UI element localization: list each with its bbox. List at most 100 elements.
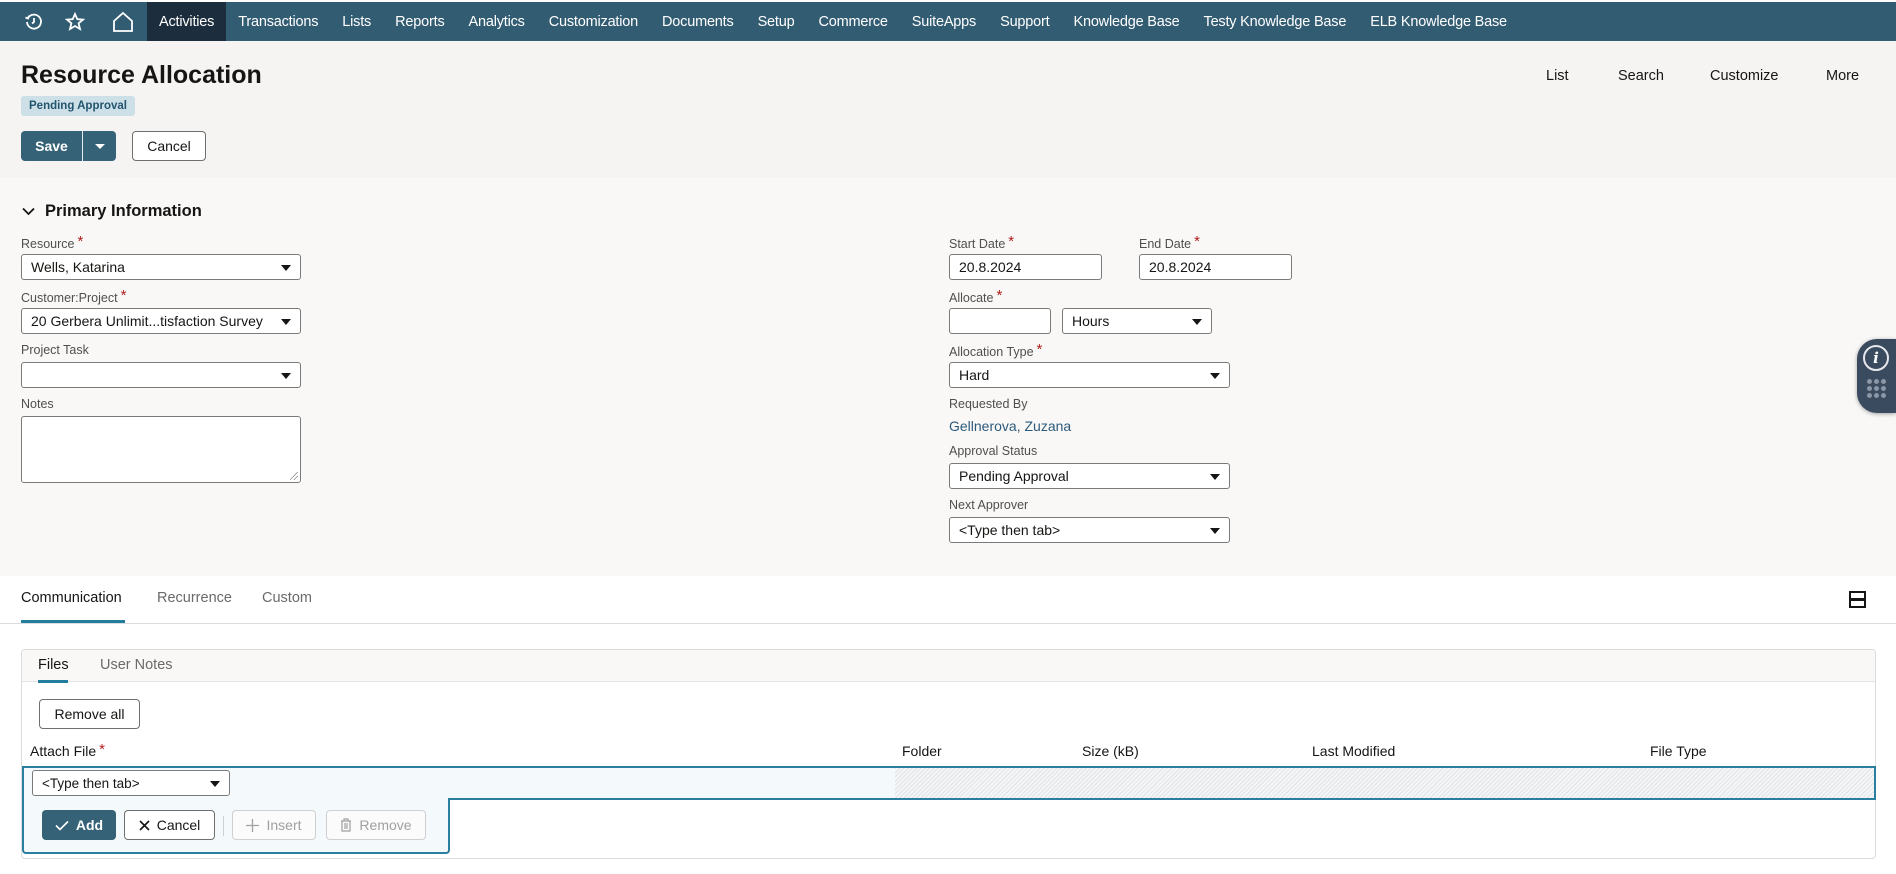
add-row-label: Add [75, 817, 104, 833]
allocate-input[interactable] [949, 308, 1051, 334]
nav-item-transactions[interactable]: Transactions [226, 2, 330, 41]
save-button-group: Save [21, 131, 116, 161]
nav-item-suiteapps[interactable]: SuiteApps [900, 2, 988, 41]
top-navigation: Activities Transactions Lists Reports An… [0, 2, 1896, 41]
active-tab-indicator [21, 620, 125, 623]
nav-item-elb-knowledge-base[interactable]: ELB Knowledge Base [1358, 2, 1519, 41]
dropdown-arrow-icon [281, 373, 291, 379]
file-edit-row: <Type then tab> [22, 766, 1876, 800]
project-task-label: Project Task [21, 343, 89, 357]
tab-communication[interactable]: Communication [21, 590, 122, 606]
remove-row-button[interactable]: Remove [326, 810, 426, 840]
allocation-type-select[interactable]: Hard [949, 362, 1230, 388]
subrecord-tabs: Communication Recurrence Custom [0, 576, 1896, 624]
chevron-down-icon [22, 207, 35, 216]
nav-item-activities[interactable]: Activities [147, 2, 227, 41]
nav-item-commerce[interactable]: Commerce [806, 2, 899, 41]
subtab-files[interactable]: Files [38, 657, 69, 673]
remove-all-button[interactable]: Remove all [39, 699, 140, 729]
home-icon[interactable] [99, 2, 147, 41]
next-approver-select[interactable]: <Type then tab> [949, 517, 1230, 543]
customer-project-select[interactable]: 20 Gerbera Unlimit...tisfaction Survey [21, 308, 301, 334]
customer-project-value: 20 Gerbera Unlimit...tisfaction Survey [31, 313, 263, 329]
attach-file-select[interactable]: <Type then tab> [32, 770, 230, 796]
allocate-label: Allocate * [949, 287, 1003, 305]
allocation-type-value: Hard [959, 367, 990, 383]
app-launcher-icon[interactable] [1867, 379, 1887, 398]
approval-status-select[interactable]: Pending Approval [949, 463, 1230, 489]
checkmark-icon [55, 820, 69, 831]
save-button[interactable]: Save [21, 131, 82, 161]
resource-label: Resource * [21, 233, 84, 251]
info-icon[interactable]: i [1863, 345, 1889, 371]
dropdown-arrow-icon [281, 265, 291, 271]
column-header-attach-file[interactable]: Attach File * [30, 741, 105, 760]
column-header-size[interactable]: Size (kB) [1082, 743, 1139, 759]
add-row-button[interactable]: Add [42, 810, 116, 840]
column-header-file-type[interactable]: File Type [1650, 743, 1707, 759]
end-date-label: End Date * [1139, 233, 1200, 251]
nav-item-knowledge-base[interactable]: Knowledge Base [1061, 2, 1191, 41]
more-link[interactable]: More [1826, 68, 1859, 84]
close-icon [139, 819, 150, 831]
subtab-user-notes[interactable]: User Notes [100, 657, 173, 673]
save-options-dropdown[interactable] [82, 131, 116, 161]
plus-icon [246, 818, 260, 832]
tab-custom[interactable]: Custom [262, 590, 312, 606]
side-widget: i [1857, 339, 1896, 413]
tab-custom-label: Custom [262, 590, 312, 606]
requested-by-label: Requested By [949, 397, 1028, 411]
customize-link[interactable]: Customize [1710, 68, 1779, 84]
layout-toggle-icon[interactable] [1849, 591, 1866, 608]
search-link[interactable]: Search [1618, 68, 1664, 84]
communication-subtabs: Files User Notes [22, 650, 1875, 683]
approval-status-value: Pending Approval [959, 468, 1069, 484]
allocation-type-label: Allocation Type * [949, 341, 1043, 359]
allocate-unit-value: Hours [1072, 313, 1110, 329]
resize-handle[interactable] [290, 472, 298, 480]
next-approver-value: <Type then tab> [959, 522, 1061, 538]
dropdown-arrow-icon [210, 781, 220, 787]
dropdown-arrow-icon [1210, 528, 1220, 534]
recent-records-icon[interactable] [17, 2, 51, 41]
files-panel: Files User Notes Remove all Attach File *… [21, 649, 1876, 859]
end-date-value: 20.8.2024 [1149, 259, 1212, 275]
dropdown-arrow-icon [1210, 373, 1220, 379]
allocate-unit-select[interactable]: Hours [1062, 308, 1212, 334]
nav-item-testy-knowledge-base[interactable]: Testy Knowledge Base [1192, 2, 1359, 41]
cancel-row-label: Cancel [156, 817, 201, 833]
nav-item-analytics[interactable]: Analytics [457, 2, 537, 41]
start-date-value: 20.8.2024 [959, 259, 1022, 275]
resource-select[interactable]: Wells, Katarina [21, 254, 301, 280]
cancel-row-button[interactable]: Cancel [124, 810, 215, 840]
record-header: Resource Allocation Pending Approval Sav… [0, 41, 1896, 178]
favorites-star-icon[interactable] [51, 2, 99, 41]
nav-item-reports[interactable]: Reports [383, 2, 456, 41]
dropdown-arrow-icon [281, 319, 291, 325]
trash-icon [341, 818, 352, 832]
tab-recurrence[interactable]: Recurrence [157, 590, 232, 606]
section-toggle-primary-information[interactable]: Primary Information [22, 202, 202, 221]
nav-item-documents[interactable]: Documents [650, 2, 746, 41]
start-date-input[interactable]: 20.8.2024 [949, 254, 1102, 280]
dropdown-arrow-icon [1210, 474, 1220, 480]
list-link[interactable]: List [1546, 68, 1569, 84]
nav-item-setup[interactable]: Setup [746, 2, 807, 41]
end-date-input[interactable]: 20.8.2024 [1139, 254, 1292, 280]
section-title: Primary Information [45, 202, 202, 220]
nav-item-lists[interactable]: Lists [330, 2, 383, 41]
nav-item-support[interactable]: Support [988, 2, 1061, 41]
project-task-select[interactable] [21, 362, 301, 388]
column-header-last-modified[interactable]: Last Modified [1312, 743, 1395, 759]
notes-textarea[interactable] [21, 416, 301, 483]
cancel-button[interactable]: Cancel [132, 131, 206, 161]
nav-item-customization[interactable]: Customization [537, 2, 650, 41]
insert-row-label: Insert [266, 817, 302, 833]
divider [223, 816, 224, 836]
remove-row-label: Remove [359, 817, 412, 833]
insert-row-button[interactable]: Insert [232, 810, 316, 840]
column-header-folder[interactable]: Folder [902, 743, 942, 759]
requested-by-link[interactable]: Gellnerova, Zuzana [949, 418, 1071, 434]
dropdown-arrow-icon [1192, 319, 1202, 325]
page-title: Resource Allocation [21, 61, 262, 89]
